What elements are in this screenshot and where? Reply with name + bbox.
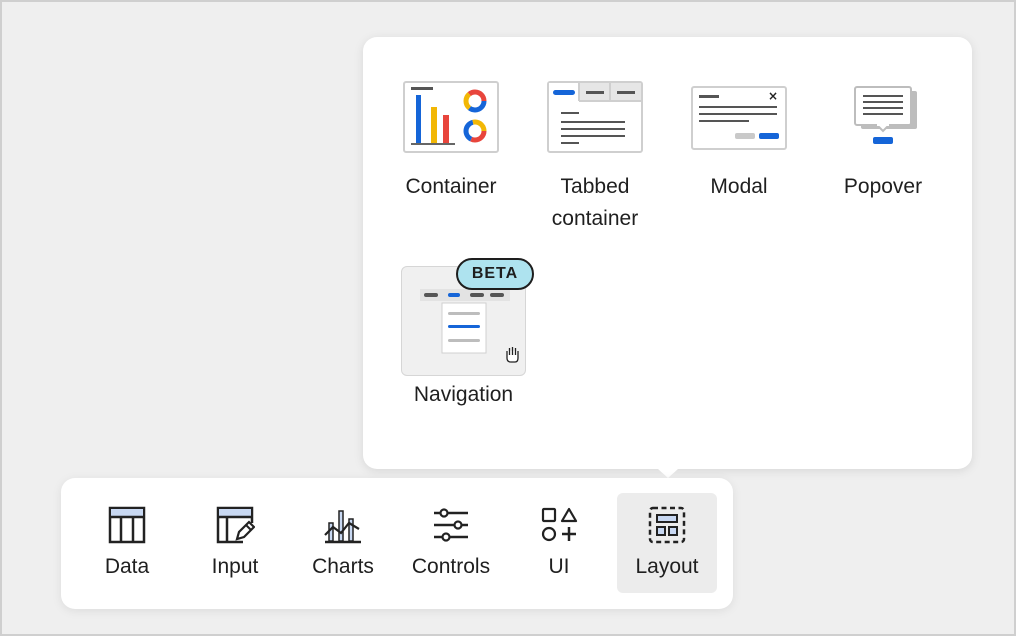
tabbed-container-icon (547, 81, 643, 153)
table-icon (108, 506, 146, 544)
beta-badge: BETA (456, 258, 534, 290)
toolbar-item-controls[interactable]: Controls (401, 493, 501, 593)
toolbar-label-controls: Controls (411, 555, 491, 578)
charts-icon (324, 510, 361, 544)
toolbar-item-data[interactable]: Data (77, 493, 177, 593)
layout-item-tabbed-container[interactable]: Tabbed container (535, 81, 655, 235)
toolbar-item-layout[interactable]: Layout (617, 493, 717, 593)
sliders-icon (434, 508, 468, 542)
layout-item-container[interactable]: Container (391, 81, 511, 203)
container-icon (403, 81, 499, 153)
layout-item-popover[interactable]: Popover (823, 81, 943, 203)
container-label: Container (405, 175, 497, 198)
input-icon (216, 506, 255, 544)
popover-label: Popover (843, 175, 923, 198)
hand-cursor-icon (506, 347, 519, 363)
popover-arrow (648, 460, 688, 478)
modal-label: Modal (710, 175, 768, 198)
toolbar-item-charts[interactable]: Charts (293, 493, 393, 593)
toolbar-label-layout: Layout (635, 555, 699, 578)
modal-icon: × (691, 86, 787, 150)
shapes-icon (541, 507, 578, 542)
component-toolbar: Data Input Charts Controls UI Layout (61, 478, 733, 609)
toolbar-item-input[interactable]: Input (185, 493, 285, 593)
navigation-label: Navigation (413, 383, 514, 406)
svg-text:×: × (768, 89, 778, 103)
layout-icon (648, 506, 686, 544)
layout-popover: Container Tabbed container × Modal Popov… (363, 37, 972, 469)
popover-icon (854, 86, 917, 144)
toolbar-label-data: Data (104, 555, 150, 578)
toolbar-label-input: Input (211, 555, 259, 578)
tabbed-container-label: Tabbed container (551, 175, 639, 230)
toolbar-label-ui: UI (548, 555, 570, 578)
layout-item-modal[interactable]: × Modal (679, 81, 799, 203)
toolbar-label-charts: Charts (312, 555, 374, 578)
toolbar-item-ui[interactable]: UI (509, 493, 609, 593)
